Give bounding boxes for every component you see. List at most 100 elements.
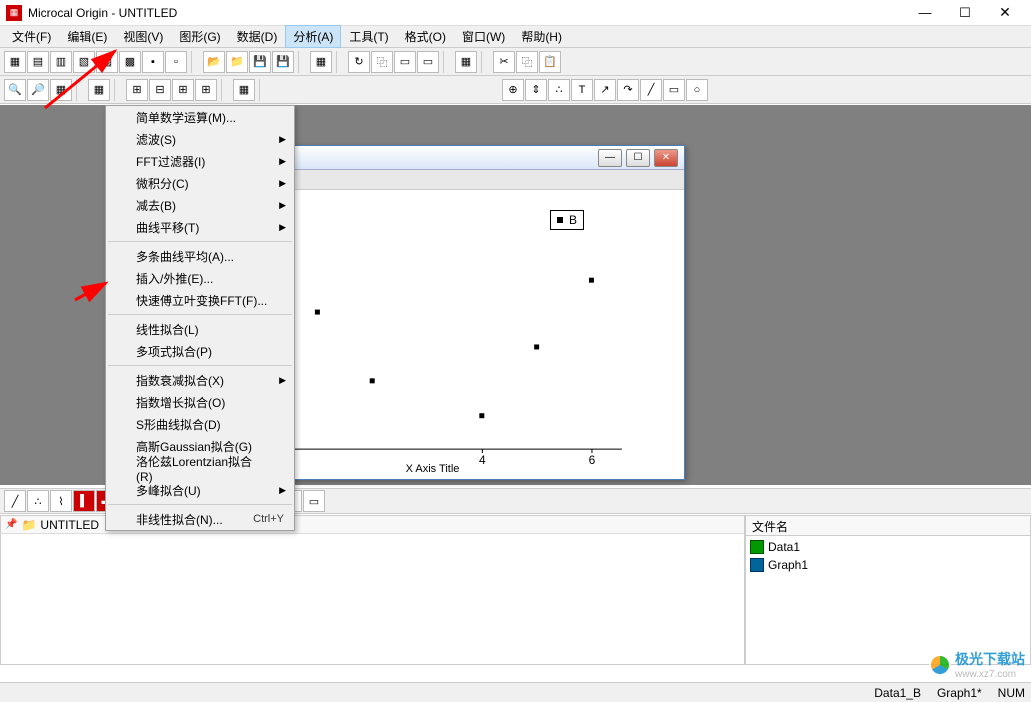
tb-new-layout[interactable]: ▪: [142, 51, 164, 73]
tb-new-matrix[interactable]: ▨: [96, 51, 118, 73]
tb-enlarge[interactable]: ∴: [548, 79, 570, 101]
window-title: Microcal Origin - UNTITLED: [28, 6, 905, 20]
tb-save[interactable]: 💾: [249, 51, 271, 73]
dd-polynomial-fit[interactable]: 多项式拟合(P): [106, 340, 294, 362]
tb-line[interactable]: ╱: [640, 79, 662, 101]
tb-new-worksheet[interactable]: ▤: [27, 51, 49, 73]
file-list-header[interactable]: 文件名: [746, 516, 1030, 536]
dd-average-curves[interactable]: 多条曲线平均(A)...: [106, 245, 294, 267]
dd-filter[interactable]: 滤波(S)▶: [106, 128, 294, 150]
title-bar: ▦ Microcal Origin - UNTITLED — ☐ ✕: [0, 0, 1031, 26]
watermark-url: www.xz7.com: [955, 669, 1025, 680]
tb-scale-auto[interactable]: ⇕: [525, 79, 547, 101]
tb-rescale[interactable]: ▦: [50, 79, 72, 101]
tb-grid4[interactable]: ⊞: [195, 79, 217, 101]
window-controls: — ☐ ✕: [905, 1, 1025, 25]
tb-print[interactable]: ▦: [310, 51, 332, 73]
menu-edit[interactable]: 编辑(E): [59, 25, 115, 48]
tb-legend[interactable]: ▭: [394, 51, 416, 73]
dd-simple-math[interactable]: 简单数学运算(M)...: [106, 106, 294, 128]
graph-minimize-button[interactable]: —: [598, 149, 622, 167]
menu-file[interactable]: 文件(F): [4, 25, 59, 48]
dd-multipeak-fit[interactable]: 多峰拟合(U)▶: [106, 479, 294, 501]
dd-nonlinear-fit[interactable]: 非线性拟合(N)...Ctrl+Y: [106, 508, 294, 530]
file-item-data1[interactable]: Data1: [748, 538, 1028, 556]
pin-icon[interactable]: 📌: [5, 519, 17, 530]
tb-template[interactable]: ▭: [303, 490, 325, 512]
watermark: 极光下载站 www.xz7.com: [929, 649, 1025, 680]
tb-new-color[interactable]: ▭: [417, 51, 439, 73]
project-explorer-pane: 📌 📁 UNTITLED: [0, 515, 745, 665]
tb-scatter-plot[interactable]: ∴: [27, 490, 49, 512]
dd-calculus[interactable]: 微积分(C)▶: [106, 172, 294, 194]
menu-graph[interactable]: 图形(G): [171, 25, 228, 48]
close-button[interactable]: ✕: [985, 1, 1025, 25]
graph-icon: [750, 558, 764, 572]
watermark-logo-icon: [929, 654, 951, 676]
tb-new-excel[interactable]: ▥: [50, 51, 72, 73]
tb-grid3[interactable]: ⊞: [172, 79, 194, 101]
tb-grid2[interactable]: ⊟: [149, 79, 171, 101]
tb-rect[interactable]: ▭: [663, 79, 685, 101]
tb-add-layer[interactable]: ▦: [455, 51, 477, 73]
status-window: Graph1*: [937, 686, 982, 700]
dd-translate[interactable]: 曲线平移(T)▶: [106, 216, 294, 238]
tb-grid1[interactable]: ⊞: [126, 79, 148, 101]
menu-data[interactable]: 数据(D): [229, 25, 286, 48]
tb-zoom-out[interactable]: 🔎: [27, 79, 49, 101]
dd-lorentzian-fit[interactable]: 洛伦兹Lorentzian拟合(R): [106, 457, 294, 479]
maximize-button[interactable]: ☐: [945, 1, 985, 25]
tb-refresh[interactable]: ↻: [348, 51, 370, 73]
status-dataset: Data1_B: [874, 686, 921, 700]
menu-tools[interactable]: 工具(T): [341, 25, 396, 48]
menu-help[interactable]: 帮助(H): [513, 25, 570, 48]
tb-line-symbol[interactable]: ⌇: [50, 490, 72, 512]
tb-new-function[interactable]: ▩: [119, 51, 141, 73]
graph-close-button[interactable]: ✕: [654, 149, 678, 167]
svg-text:6: 6: [589, 453, 596, 467]
tb-save-template[interactable]: 💾: [272, 51, 294, 73]
toolbar-row-2: 🔍 🔎 ▦ ▦ ⊞ ⊟ ⊞ ⊞ ▦ ⊕ ⇕ ∴ T ↗ ↷ ╱ ▭ ○: [0, 76, 1031, 104]
dd-subtract[interactable]: 减去(B)▶: [106, 194, 294, 216]
tb-column-plot[interactable]: ▌: [73, 490, 95, 512]
graph-maximize-button[interactable]: ☐: [626, 149, 650, 167]
menu-format[interactable]: 格式(O): [397, 25, 454, 48]
tb-text[interactable]: T: [571, 79, 593, 101]
tb-curved-arrow[interactable]: ↷: [617, 79, 639, 101]
project-root-label[interactable]: UNTITLED: [40, 518, 99, 532]
tb-paste[interactable]: 📋: [539, 51, 561, 73]
tb-copy[interactable]: ⿻: [516, 51, 538, 73]
dd-exp-decay-fit[interactable]: 指数衰减拟合(X)▶: [106, 369, 294, 391]
project-explorer-body[interactable]: [1, 534, 744, 664]
tb-duplicate[interactable]: ⿻: [371, 51, 393, 73]
dd-sigmoidal-fit[interactable]: S形曲线拟合(D): [106, 413, 294, 435]
toolbar-row-1: ▦ ▤ ▥ ▧ ▨ ▩ ▪ ▫ 📂 📁 💾 💾 ▦ ↻ ⿻ ▭ ▭ ▦ ✂ ⿻ …: [0, 48, 1031, 76]
file-list-body: Data1 Graph1: [746, 536, 1030, 664]
tb-circle[interactable]: ○: [686, 79, 708, 101]
file-item-graph1[interactable]: Graph1: [748, 556, 1028, 574]
tb-2d[interactable]: ▦: [88, 79, 110, 101]
minimize-button[interactable]: —: [905, 1, 945, 25]
tb-zoom-in[interactable]: 🔍: [4, 79, 26, 101]
tb-new-notes[interactable]: ▫: [165, 51, 187, 73]
dd-fft-filter[interactable]: FFT过滤器(I)▶: [106, 150, 294, 172]
tb-line-plot[interactable]: ╱: [4, 490, 26, 512]
dd-linear-fit[interactable]: 线性拟合(L): [106, 318, 294, 340]
tb-new-project[interactable]: ▦: [4, 51, 26, 73]
tb-arrow[interactable]: ↗: [594, 79, 616, 101]
worksheet-icon: [750, 540, 764, 554]
tb-open-template[interactable]: 📁: [226, 51, 248, 73]
menu-window[interactable]: 窗口(W): [454, 25, 513, 48]
tb-new-graph[interactable]: ▧: [73, 51, 95, 73]
dd-fft[interactable]: 快速傅立叶变换FFT(F)...: [106, 289, 294, 311]
menu-view[interactable]: 视图(V): [115, 25, 171, 48]
svg-text:4: 4: [479, 453, 486, 467]
tb-cut[interactable]: ✂: [493, 51, 515, 73]
tb-crosshair[interactable]: ⊕: [502, 79, 524, 101]
tb-open[interactable]: 📂: [203, 51, 225, 73]
file-item-label: Graph1: [768, 558, 808, 572]
menu-analysis[interactable]: 分析(A): [285, 25, 341, 48]
tb-layer-tool[interactable]: ▦: [233, 79, 255, 101]
dd-interp-extrap[interactable]: 插入/外推(E)...: [106, 267, 294, 289]
dd-exp-growth-fit[interactable]: 指数增长拟合(O): [106, 391, 294, 413]
